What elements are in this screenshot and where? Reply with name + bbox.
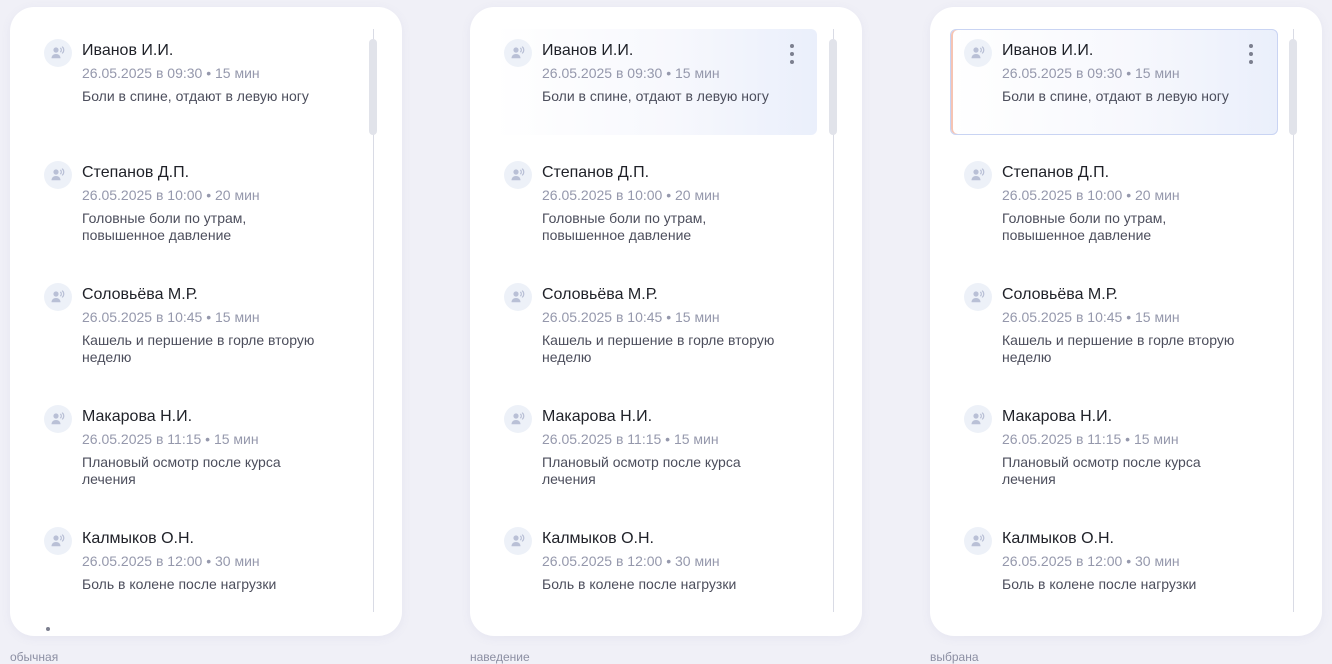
avatar — [964, 39, 992, 67]
appointment-complaint: Плановый осмотр после курса лечения — [1002, 454, 1201, 487]
appointment-complaint: Боль в колене после нагрузки — [82, 576, 277, 592]
appointment-item[interactable]: Калмыков О.Н. 26.05.2025 в 12:00 • 30 ми… — [494, 517, 817, 623]
appointment-complaint: Боль в колене после нагрузки — [1002, 576, 1197, 592]
state-caption-default: обычная — [10, 650, 59, 664]
appointment-item[interactable]: Степанов Д.П. 26.05.2025 в 10:00 • 20 ми… — [34, 151, 357, 257]
patient-name: Калмыков О.Н. — [1002, 530, 1114, 547]
appointment-item[interactable]: Соловьёва М.Р. 26.05.2025 в 10:45 • 15 м… — [34, 273, 357, 379]
appointment-item[interactable]: Макарова Н.И. 26.05.2025 в 11:15 • 15 ми… — [494, 395, 817, 501]
appointment-time: 26.05.2025 в 10:45 • 15 мин — [1002, 309, 1180, 325]
avatar — [964, 527, 992, 555]
patient-name: Макарова Н.И. — [1002, 408, 1113, 425]
appointments-list: Иванов И.И. 26.05.2025 в 09:30 • 15 мин … — [950, 29, 1298, 636]
avatar — [44, 527, 72, 555]
appointment-complaint: Головные боли по утрам, повышенное давле… — [82, 210, 247, 243]
appointment-item[interactable]: Степанов Д.П. 26.05.2025 в 10:00 • 20 ми… — [494, 151, 817, 257]
appointment-item[interactable]: Соловьёва М.Р. 26.05.2025 в 10:45 • 15 м… — [954, 273, 1277, 379]
appointment-complaint: Боли в спине, отдают в левую ногу — [542, 88, 769, 104]
appointment-time: 26.05.2025 в 12:00 • 30 мин — [542, 553, 720, 569]
patient-name: Соловьёва М.Р. — [1002, 286, 1118, 303]
appointments-panel-selected: Иванов И.И. 26.05.2025 в 09:30 • 15 мин … — [930, 7, 1322, 636]
appointment-time: 26.05.2025 в 12:00 • 30 мин — [82, 553, 260, 569]
patient-name: Калмыков О.Н. — [82, 530, 194, 547]
avatar — [504, 161, 532, 189]
patient-name: Калмыков О.Н. — [542, 530, 654, 547]
appointments-list: Иванов И.И. 26.05.2025 в 09:30 • 15 мин … — [494, 29, 838, 636]
avatar — [44, 283, 72, 311]
avatar — [964, 283, 992, 311]
appointment-complaint: Головные боли по утрам, повышенное давле… — [542, 210, 707, 243]
patient-name: Соловьёва М.Р. — [542, 286, 658, 303]
appointment-time: 26.05.2025 в 10:45 • 15 мин — [542, 309, 720, 325]
avatar — [44, 39, 72, 67]
appointment-complaint: Боль в колене после нагрузки — [542, 576, 737, 592]
patient-name: Соловьёва М.Р. — [82, 286, 198, 303]
patient-name: Иванов И.И. — [542, 42, 634, 59]
appointment-item[interactable]: Иванов И.И. 26.05.2025 в 09:30 • 15 мин … — [34, 29, 357, 135]
appointment-time: 26.05.2025 в 09:30 • 15 мин — [1002, 65, 1180, 81]
patient-name: Степанов Д.П. — [82, 164, 190, 181]
appointment-item[interactable]: Калмыков О.Н. 26.05.2025 в 12:00 • 30 ми… — [954, 517, 1277, 623]
appointments-panel-default: Иванов И.И. 26.05.2025 в 09:30 • 15 мин … — [10, 7, 402, 636]
patient-name: Макарова Н.И. — [542, 408, 653, 425]
avatar — [504, 283, 532, 311]
appointment-item[interactable]: Макарова Н.И. 26.05.2025 в 11:15 • 15 ми… — [34, 395, 357, 501]
appointment-item[interactable]: Макарова Н.И. 26.05.2025 в 11:15 • 15 ми… — [954, 395, 1277, 501]
patient-name: Иванов И.И. — [82, 42, 174, 59]
appointments-list: Иванов И.И. 26.05.2025 в 09:30 • 15 мин … — [34, 29, 378, 636]
avatar — [504, 405, 532, 433]
appointment-time: 26.05.2025 в 11:15 • 15 мин — [542, 431, 719, 447]
appointment-time: 26.05.2025 в 11:15 • 15 мин — [82, 431, 259, 447]
appointment-item[interactable]: Соловьёва М.Р. 26.05.2025 в 10:45 • 15 м… — [494, 273, 817, 379]
appointment-item[interactable]: Степанов Д.П. 26.05.2025 в 10:00 • 20 ми… — [954, 151, 1277, 257]
appointment-complaint: Кашель и першение в горле вторую неделю — [542, 332, 775, 365]
appointment-item-hovered[interactable]: Иванов И.И. 26.05.2025 в 09:30 • 15 мин … — [494, 29, 817, 135]
appointment-time: 26.05.2025 в 10:45 • 15 мин — [82, 309, 260, 325]
avatar — [964, 161, 992, 189]
scrollbar-thumb[interactable] — [1289, 39, 1297, 135]
appointment-time: 26.05.2025 в 12:00 • 30 мин — [1002, 553, 1180, 569]
more-dot-fragment — [46, 627, 50, 631]
scrollbar-thumb[interactable] — [829, 39, 837, 135]
state-caption-selected: выбрана — [930, 650, 979, 664]
more-vertical-icon[interactable] — [1248, 44, 1254, 68]
appointment-time: 26.05.2025 в 10:00 • 20 мин — [1002, 187, 1180, 203]
appointment-item-selected[interactable]: Иванов И.И. 26.05.2025 в 09:30 • 15 мин … — [950, 29, 1278, 135]
avatar — [44, 161, 72, 189]
appointment-time: 26.05.2025 в 09:30 • 15 мин — [542, 65, 720, 81]
appointment-complaint: Плановый осмотр после курса лечения — [82, 454, 281, 487]
appointment-complaint: Головные боли по утрам, повышенное давле… — [1002, 210, 1167, 243]
appointment-complaint: Боли в спине, отдают в левую ногу — [82, 88, 309, 104]
patient-name: Степанов Д.П. — [542, 164, 650, 181]
more-vertical-icon[interactable] — [789, 44, 795, 68]
avatar — [44, 405, 72, 433]
appointments-panel-hover: Иванов И.И. 26.05.2025 в 09:30 • 15 мин … — [470, 7, 862, 636]
appointment-time: 26.05.2025 в 10:00 • 20 мин — [82, 187, 260, 203]
patient-name: Иванов И.И. — [1002, 42, 1094, 59]
appointment-time: 26.05.2025 в 10:00 • 20 мин — [542, 187, 720, 203]
appointment-complaint: Плановый осмотр после курса лечения — [542, 454, 741, 487]
appointment-complaint: Кашель и першение в горле вторую неделю — [82, 332, 315, 365]
avatar — [964, 405, 992, 433]
appointment-complaint: Кашель и першение в горле вторую неделю — [1002, 332, 1235, 365]
scrollbar-thumb[interactable] — [369, 39, 377, 135]
appointment-time: 26.05.2025 в 09:30 • 15 мин — [82, 65, 260, 81]
appointment-item[interactable]: Калмыков О.Н. 26.05.2025 в 12:00 • 30 ми… — [34, 517, 357, 623]
avatar — [504, 39, 532, 67]
appointment-time: 26.05.2025 в 11:15 • 15 мин — [1002, 431, 1179, 447]
avatar — [504, 527, 532, 555]
appointment-complaint: Боли в спине, отдают в левую ногу — [1002, 88, 1229, 104]
patient-name: Степанов Д.П. — [1002, 164, 1110, 181]
patient-name: Макарова Н.И. — [82, 408, 193, 425]
state-caption-hover: наведение — [470, 650, 530, 664]
